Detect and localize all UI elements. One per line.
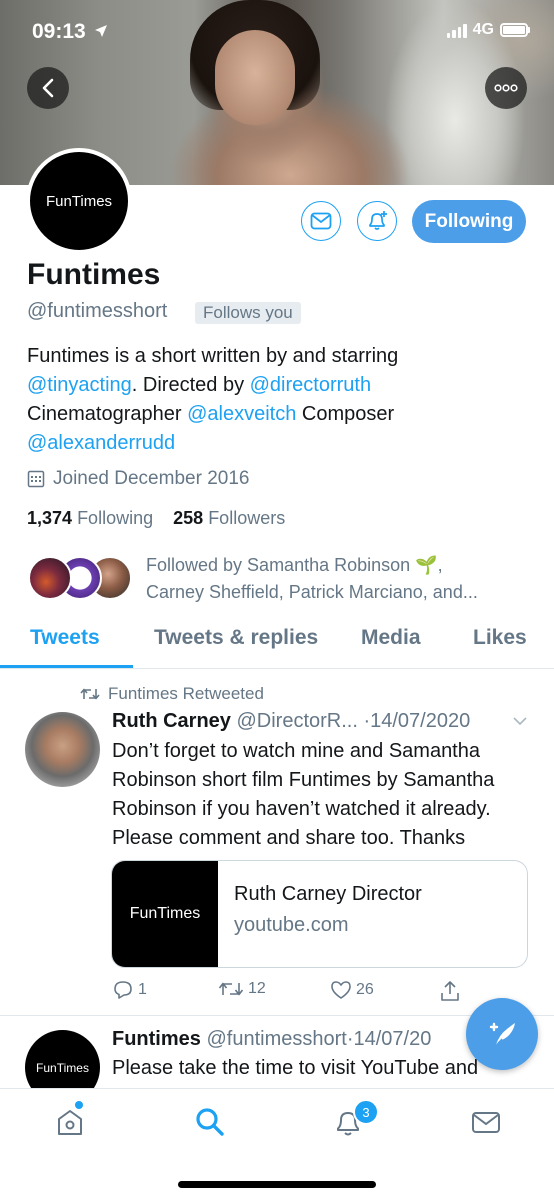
- follower-avatar: [28, 556, 72, 600]
- tweet-text: Don’t forget to watch mine and Samantha …: [112, 740, 495, 849]
- tab-tweets[interactable]: Tweets: [30, 626, 100, 650]
- like-count: 26: [356, 981, 374, 998]
- mention-alexanderrudd[interactable]: @alexanderrudd: [27, 432, 175, 454]
- tweet-header: Ruth Carney @DirectorR... ·14/07/2020: [112, 710, 470, 733]
- profile-name: Funtimes: [27, 258, 161, 291]
- retweet-button[interactable]: 12: [218, 980, 266, 998]
- compose-tweet-button[interactable]: [466, 998, 538, 1070]
- reply-count: 1: [138, 981, 147, 998]
- card-body: Ruth Carney Director youtube.com: [218, 861, 438, 967]
- card-thumb-text: FunTimes: [129, 905, 201, 922]
- followed-by-avatars[interactable]: [28, 556, 138, 602]
- profile-avatar[interactable]: FunTimes: [26, 148, 132, 254]
- followed-by-line-1: Followed by Samantha Robinson 🌱,: [146, 555, 443, 575]
- card-title: Ruth Carney Director: [234, 883, 422, 905]
- retweet-icon: [80, 688, 100, 700]
- following-label: Following: [77, 508, 154, 528]
- bio-text-3: Cinematographer: [27, 403, 188, 425]
- followers-label: Followers: [208, 508, 286, 528]
- retweet-label: Funtimes Retweeted: [108, 684, 264, 703]
- reply-button[interactable]: 1: [112, 980, 147, 1000]
- tab-likes[interactable]: Likes: [473, 626, 527, 650]
- followers-count-link[interactable]: 258 Followers: [173, 508, 285, 528]
- location-arrow-icon: [94, 20, 108, 44]
- battery-icon: [500, 23, 528, 37]
- status-time: 09:13: [32, 20, 108, 44]
- message-button[interactable]: [301, 201, 341, 241]
- like-button[interactable]: 26: [330, 980, 374, 1000]
- share-button[interactable]: [440, 980, 460, 1002]
- tweet2-avatar-text: FunTimes: [36, 1060, 89, 1075]
- profile-handle: @funtimesshort: [27, 300, 168, 322]
- calendar-icon: [27, 470, 45, 488]
- follows-you-badge: Follows you: [195, 302, 301, 324]
- tab-divider: [0, 668, 554, 669]
- follow-counts: 1,374 Following 258 Followers: [27, 508, 285, 529]
- tweet-author-handle[interactable]: @funtimesshort: [206, 1028, 346, 1050]
- following-count-link[interactable]: 1,374 Following: [27, 508, 153, 528]
- tweet-date: ·14/07/20: [346, 1028, 432, 1050]
- home-new-indicator: [75, 1101, 83, 1109]
- tweet-date: ·14/07/2020: [363, 710, 471, 732]
- followed-by-text[interactable]: Followed by Samantha Robinson 🌱, Carney …: [146, 552, 478, 606]
- heart-icon: [331, 981, 351, 999]
- retweet-context[interactable]: Funtimes Retweeted: [80, 684, 264, 704]
- following-count: 1,374: [27, 508, 73, 528]
- profile-bio: Funtimes is a short written by and starr…: [27, 342, 537, 458]
- reply-icon: [114, 981, 132, 999]
- followed-by-line-2: Carney Sheffield, Patrick Marciano, and.…: [146, 582, 478, 602]
- link-card[interactable]: FunTimes Ruth Carney Director youtube.co…: [111, 860, 528, 968]
- search-icon[interactable]: [194, 1106, 226, 1138]
- bell-plus-icon: [369, 211, 387, 230]
- retweet-count: 12: [248, 980, 266, 997]
- network-label: 4G: [472, 21, 494, 38]
- card-domain: youtube.com: [234, 914, 349, 936]
- chevron-left-icon: [42, 78, 54, 98]
- joined-date: Joined December 2016: [27, 468, 249, 490]
- tweet-text: Please take the time to visit YouTube an…: [112, 1057, 479, 1079]
- bio-text-1: Funtimes is a short written by and starr…: [27, 345, 399, 367]
- joined-text: Joined December 2016: [53, 468, 250, 489]
- tab-tweets-replies[interactable]: Tweets & replies: [154, 626, 318, 650]
- envelope-icon: [310, 212, 332, 230]
- status-indicators: 4G: [446, 21, 530, 39]
- messages-envelope-icon[interactable]: [470, 1106, 502, 1138]
- following-button[interactable]: Following: [412, 200, 526, 243]
- compose-feather-icon: [489, 1022, 515, 1048]
- mention-alexveitch[interactable]: @alexveitch: [187, 403, 296, 425]
- header-figure-face: [215, 30, 295, 125]
- mention-tinyacting[interactable]: @tinyacting: [27, 374, 132, 396]
- tweet-author-avatar[interactable]: [25, 712, 100, 787]
- tweet-author-name[interactable]: Funtimes: [112, 1028, 201, 1050]
- share-icon: [441, 981, 459, 1001]
- home-indicator: [178, 1181, 376, 1188]
- chevron-down-icon[interactable]: [512, 716, 528, 726]
- notifications-badge: 3: [353, 1099, 379, 1125]
- tab-media[interactable]: Media: [361, 626, 421, 650]
- battery-nub: [528, 27, 530, 33]
- card-thumbnail: FunTimes: [112, 861, 218, 967]
- tweet-author-name[interactable]: Ruth Carney: [112, 710, 231, 732]
- bio-text-4: Composer: [296, 403, 395, 425]
- notify-button[interactable]: [357, 201, 397, 241]
- more-dots-icon: [494, 84, 518, 92]
- tweet-header: Funtimes @funtimesshort·14/07/20: [112, 1028, 431, 1051]
- tweet-author-handle[interactable]: @DirectorR...: [236, 710, 357, 732]
- home-icon[interactable]: [54, 1106, 86, 1138]
- status-time-text: 09:13: [32, 20, 86, 43]
- avatar-logo-text: FunTimes: [45, 192, 113, 210]
- retweet-icon: [218, 982, 244, 996]
- bio-text-2: . Directed by: [131, 374, 250, 396]
- back-button[interactable]: [27, 67, 69, 109]
- signal-icon: [446, 22, 467, 38]
- followers-count: 258: [173, 508, 204, 528]
- more-options-button[interactable]: [485, 67, 527, 109]
- mention-directorruth[interactable]: @directorruth: [250, 374, 371, 396]
